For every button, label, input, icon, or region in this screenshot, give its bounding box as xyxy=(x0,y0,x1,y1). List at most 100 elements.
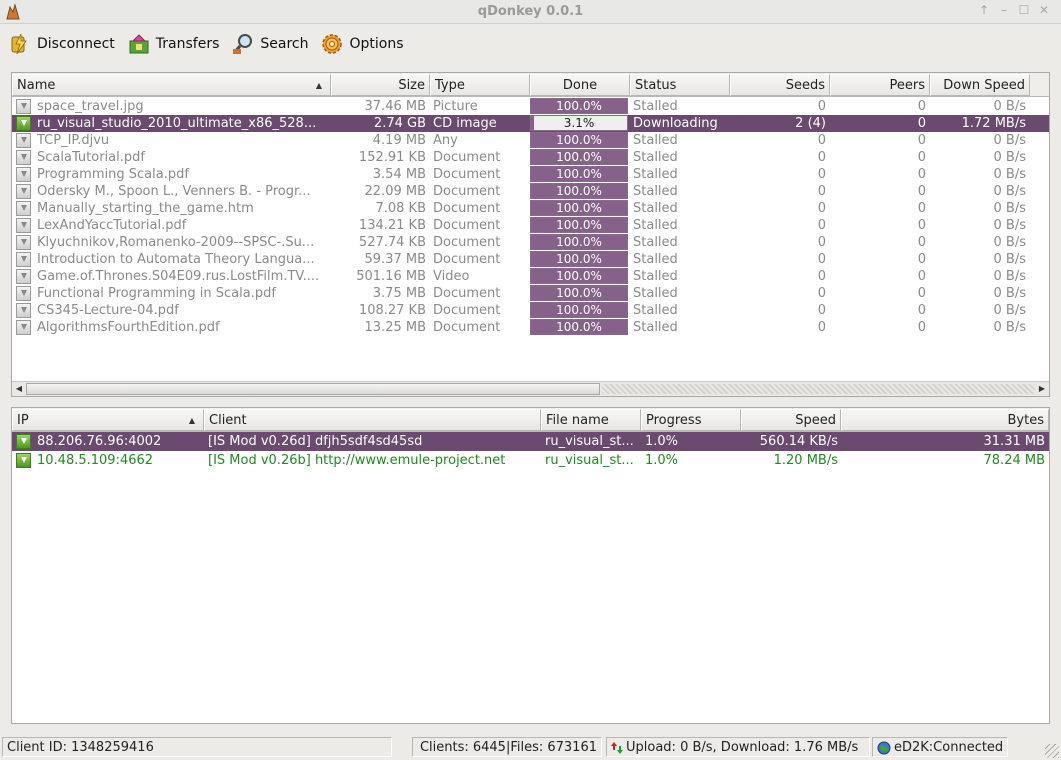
progress-bar: 100.0% xyxy=(530,98,628,114)
file-size: 134.21 KB xyxy=(358,218,426,233)
disconnect-button[interactable]: Disconnect xyxy=(8,29,115,59)
column-seeds[interactable]: Seeds xyxy=(730,74,830,96)
download-file-icon xyxy=(16,201,31,216)
seeds-count: 0 xyxy=(817,133,826,148)
seeds-count: 0 xyxy=(817,167,826,182)
progress-bar: 100.0% xyxy=(530,149,628,165)
column-speed[interactable]: Speed xyxy=(741,409,841,431)
peers-list[interactable]: IP ▲ Client File name Progress Speed Byte… xyxy=(11,407,1050,724)
column-done[interactable]: Done xyxy=(530,74,630,96)
close-icon[interactable]: ✕ xyxy=(1037,3,1051,17)
column-file-name[interactable]: File name xyxy=(541,409,641,431)
scrollbar-thumb[interactable] xyxy=(26,383,600,395)
peers-count: 0 xyxy=(917,303,926,318)
updown-arrows-icon xyxy=(611,741,623,754)
transfer-row[interactable]: Programming Scala.pdf 3.54 MB Document 100.… xyxy=(12,166,1049,183)
column-status[interactable]: Status xyxy=(630,74,730,96)
minimize-icon[interactable]: – xyxy=(997,3,1011,17)
transfer-rates: Upload: 0 B/s, Download: 1.76 MB/s xyxy=(606,737,870,757)
column-client[interactable]: Client xyxy=(204,409,541,431)
transfer-row[interactable]: CS345-Lecture-04.pdf 108.27 KB Document 100… xyxy=(12,302,1049,319)
progress-label: 100.0% xyxy=(556,184,602,198)
rates-text: Upload: 0 B/s, Download: 1.76 MB/s xyxy=(626,740,859,755)
transfer-row[interactable]: Game.of.Thrones.S04E09.rus.LostFilm.TV..… xyxy=(12,268,1049,285)
progress-label: 100.0% xyxy=(556,218,602,232)
transfers-button[interactable]: Transfers xyxy=(127,29,219,59)
scroll-right-icon[interactable]: ▶ xyxy=(1035,382,1049,396)
window-title: qDonkey 0.0.1 xyxy=(477,4,584,19)
file-size: 2.74 GB xyxy=(373,116,426,131)
transfer-row[interactable]: ru_visual_studio_2010_ultimate_x86_528..… xyxy=(12,115,1049,132)
column-bytes[interactable]: Bytes xyxy=(841,409,1049,431)
file-size: 3.75 MB xyxy=(372,286,426,301)
peer-row[interactable]: 88.206.76.96:4002 [IS Mod v0.26d] dfjh5sd… xyxy=(12,432,1049,451)
file-name: Game.of.Thrones.S04E09.rus.LostFilm.TV..… xyxy=(37,269,320,284)
seeds-count: 0 xyxy=(817,184,826,199)
column-ip[interactable]: IP ▲ xyxy=(12,409,204,431)
peers-count: 0 xyxy=(917,269,926,284)
transfer-row[interactable]: Functional Programming in Scala.pdf 3.75 … xyxy=(12,285,1049,302)
file-name: Manually_starting_the_game.htm xyxy=(37,201,254,216)
down-speed: 0 B/s xyxy=(993,150,1026,165)
file-type: Document xyxy=(433,150,501,165)
peer-ip: 10.48.5.109:4662 xyxy=(37,453,154,468)
down-speed: 0 B/s xyxy=(993,133,1026,148)
transfer-status: Stalled xyxy=(633,320,678,335)
download-file-icon xyxy=(16,235,31,250)
down-speed: 0 B/s xyxy=(993,303,1026,318)
progress-label: 100.0% xyxy=(556,201,602,215)
options-label: Options xyxy=(349,36,404,52)
transfers-list[interactable]: Name ▲ Size Type Done Status Seeds Peers … xyxy=(11,72,1050,397)
peer-download-icon xyxy=(16,434,31,449)
progress-label: 100.0% xyxy=(556,252,602,266)
horizontal-scrollbar[interactable]: ◀ ▶ xyxy=(12,381,1049,396)
progress-bar: 3.1% xyxy=(530,115,628,131)
progress-bar: 100.0% xyxy=(530,166,628,182)
progress-label: 100.0% xyxy=(556,320,602,334)
download-file-icon xyxy=(16,184,31,199)
title-bar: qDonkey 0.0.1 ↑ – ☐ ✕ xyxy=(0,0,1061,24)
scrollbar-track[interactable] xyxy=(602,384,1035,394)
column-down-speed[interactable]: Down Speed xyxy=(930,74,1030,96)
transfer-row[interactable]: Odersky M., Spoon L., Venners B. - Progr… xyxy=(12,183,1049,200)
column-size[interactable]: Size xyxy=(331,74,430,96)
seeds-count: 0 xyxy=(817,320,826,335)
transfer-row[interactable]: LexAndYaccTutorial.pdf 134.21 KB Document 1… xyxy=(12,217,1049,234)
peer-progress: 1.0% xyxy=(645,434,679,449)
transfer-row[interactable]: Introduction to Automata Theory Langua..… xyxy=(12,251,1049,268)
scroll-left-icon[interactable]: ◀ xyxy=(12,382,26,396)
file-size: 59.37 MB xyxy=(364,252,426,267)
peers-count: 0 xyxy=(917,167,926,182)
column-peers[interactable]: Peers xyxy=(830,74,930,96)
progress-label: 100.0% xyxy=(556,303,602,317)
transfer-row[interactable]: TCP_IP.djvu 4.19 MB Any 100.0% Stalled 0 0 0 B/… xyxy=(12,132,1049,149)
peer-row[interactable]: 10.48.5.109:4662 [IS Mod v0.26b] http://w… xyxy=(12,451,1049,470)
status-bar: Client ID: 1348259416 Clients: 6445|File… xyxy=(0,735,1061,760)
progress-bar: 100.0% xyxy=(530,132,628,148)
resize-grip[interactable] xyxy=(1045,744,1059,758)
network-status-text: eD2K:Connected xyxy=(894,740,1004,755)
down-speed: 0 B/s xyxy=(993,167,1026,182)
transfer-status: Stalled xyxy=(633,269,678,284)
transfer-row[interactable]: Manually_starting_the_game.htm 7.08 KB Doc… xyxy=(12,200,1049,217)
transfer-row[interactable]: space_travel.jpg 37.46 MB Picture 100.0% Sta… xyxy=(12,98,1049,115)
file-type: Document xyxy=(433,218,501,233)
transfer-row[interactable]: Klyuchnikov,Romanenko-2009--SPSC-.Su... 5… xyxy=(12,234,1049,251)
column-type[interactable]: Type xyxy=(430,74,530,96)
file-type: Document xyxy=(433,235,501,250)
maximize-icon[interactable]: ☐ xyxy=(1017,3,1031,17)
column-name[interactable]: Name ▲ xyxy=(12,74,331,96)
progress-bar: 100.0% xyxy=(530,200,628,216)
keep-above-icon[interactable]: ↑ xyxy=(977,3,991,17)
disconnect-label: Disconnect xyxy=(37,36,115,52)
column-progress[interactable]: Progress xyxy=(641,409,741,431)
transfer-row[interactable]: AlgorithmsFourthEdition.pdf 13.25 MB Docum… xyxy=(12,319,1049,336)
download-file-icon xyxy=(16,252,31,267)
file-name: Introduction to Automata Theory Langua..… xyxy=(37,252,315,267)
search-button[interactable]: Search xyxy=(231,29,308,59)
peers-count: 0 xyxy=(917,150,926,165)
transfer-row[interactable]: ScalaTutorial.pdf 152.91 KB Document 100.0%… xyxy=(12,149,1049,166)
peer-bytes: 31.31 MB xyxy=(983,434,1045,449)
peer-speed: 1.20 MB/s xyxy=(773,453,838,468)
options-button[interactable]: Options xyxy=(320,29,404,59)
